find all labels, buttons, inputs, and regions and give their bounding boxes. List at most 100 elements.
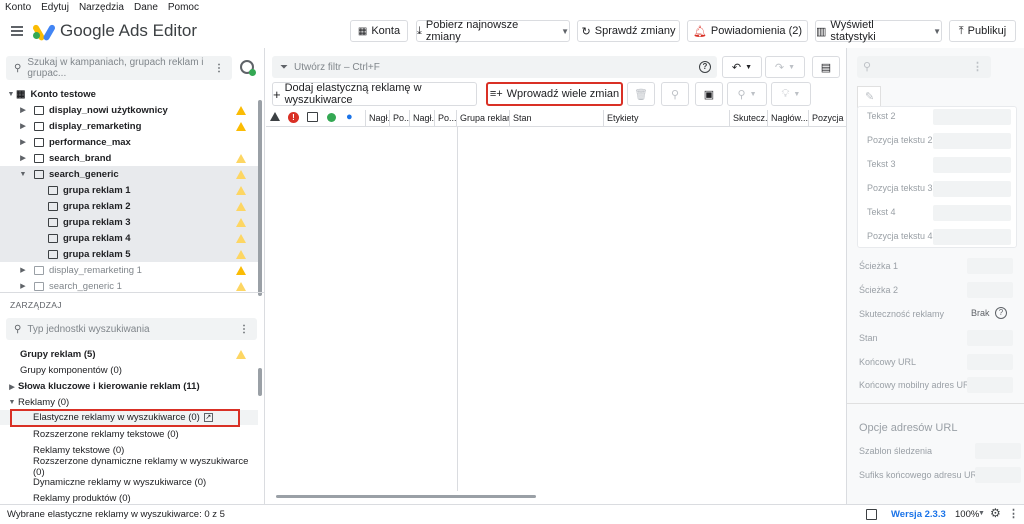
chevron-down-icon[interactable]: ▼ bbox=[561, 27, 569, 36]
column-header[interactable]: Skutecz... bbox=[730, 110, 768, 126]
more-vert-icon[interactable]: ⋮ bbox=[972, 60, 983, 73]
menu-dane[interactable]: Dane bbox=[134, 2, 158, 13]
help-icon[interactable]: ? bbox=[995, 307, 1007, 319]
column-header[interactable]: Nagł... bbox=[365, 110, 390, 126]
add-entity-button[interactable]: ▣ bbox=[695, 82, 723, 106]
column-header[interactable]: Pozycja ... bbox=[809, 110, 846, 126]
chevron-down-icon[interactable]: ▼ bbox=[6, 91, 16, 98]
menu-narzedzia[interactable]: Narzędzia bbox=[79, 2, 124, 13]
manage-item[interactable]: Rozszerzone reklamy tekstowe (0) bbox=[0, 427, 258, 442]
tree-ad-group[interactable]: grupa reklam 3 bbox=[0, 214, 258, 230]
get-changes-button[interactable]: ⤓ Pobierz najnowsze zmiany ▼ bbox=[416, 19, 570, 43]
bulb-button[interactable]: 💡︎ ▼ bbox=[771, 82, 811, 106]
add-rsa-button[interactable]: + Dodaj elastyczną reklamę w wyszukiwarc… bbox=[272, 82, 477, 106]
status-column-icon[interactable] bbox=[327, 113, 336, 122]
tree-campaign[interactable]: ▶ display_remarketing bbox=[0, 118, 258, 134]
more-vert-icon[interactable]: ⋮ bbox=[1008, 507, 1019, 520]
zoom-button[interactable]: ⚲ bbox=[661, 82, 689, 106]
field-input[interactable] bbox=[933, 133, 1011, 149]
columns-button[interactable]: ▤ bbox=[812, 56, 840, 78]
version-link[interactable]: Wersja 2.3.3 bbox=[891, 509, 946, 520]
publish-button[interactable]: ⤒ Publikuj bbox=[949, 20, 1016, 42]
error-column-icon[interactable]: ! bbox=[288, 112, 299, 123]
column-header[interactable]: Etykiety bbox=[604, 110, 730, 126]
menu-konto[interactable]: Konto bbox=[5, 2, 31, 13]
manage-item[interactable]: Rozszerzone dynamiczne reklamy w wyszuki… bbox=[0, 456, 258, 478]
notes-icon[interactable] bbox=[866, 509, 877, 520]
manage-item[interactable]: Grupy komponentów (0) bbox=[0, 363, 258, 378]
chevron-down-icon[interactable]: ▼ bbox=[745, 64, 752, 71]
chevron-right-icon[interactable]: ▶ bbox=[18, 122, 28, 130]
manage-scrollbar[interactable] bbox=[258, 368, 262, 396]
field-input[interactable] bbox=[933, 157, 1011, 173]
search-replace-button[interactable]: ⚲ ▼ bbox=[727, 82, 767, 106]
chevron-down-icon[interactable]: ▼ bbox=[750, 91, 757, 98]
column-header[interactable]: Nagł... bbox=[410, 110, 435, 126]
tracking-template-input[interactable] bbox=[975, 443, 1021, 459]
chevron-down-icon[interactable]: ▼ bbox=[933, 27, 941, 36]
edit-search-input[interactable]: ⚲ ⋮ bbox=[857, 56, 991, 78]
tree-account[interactable]: ▼ ▦ Konto testowe bbox=[0, 86, 258, 102]
tree-ad-group[interactable]: grupa reklam 4 bbox=[0, 230, 258, 246]
tree-scrollbar[interactable] bbox=[258, 100, 262, 296]
entity-type-search-input[interactable]: ⚲ Typ jednostki wyszukiwania ⋮ bbox=[6, 318, 257, 340]
make-multiple-changes-button[interactable]: ≡+ Wprowadź wiele zmian bbox=[486, 82, 623, 106]
menu-pomoc[interactable]: Pomoc bbox=[168, 2, 199, 13]
chevron-down-icon[interactable]: ▼ bbox=[788, 64, 795, 71]
stats-button[interactable]: ▥ Wyświetl statystyki ▼ bbox=[815, 19, 942, 43]
hamburger-menu-icon[interactable] bbox=[11, 26, 23, 36]
manage-item[interactable]: ▼ Reklamy (0) bbox=[0, 395, 258, 410]
chevron-right-icon[interactable]: ▶ bbox=[18, 282, 28, 290]
field-input[interactable] bbox=[933, 205, 1011, 221]
column-header[interactable]: Stan bbox=[510, 110, 604, 126]
path1-input[interactable] bbox=[967, 258, 1013, 274]
manage-item[interactable]: Dynamiczne reklamy w wyszukiwarce (0) bbox=[0, 475, 258, 490]
tree-ad-group[interactable]: grupa reklam 1 bbox=[0, 182, 258, 198]
tree-campaign[interactable]: ▶ search_brand bbox=[0, 150, 258, 166]
chevron-right-icon[interactable]: ▶ bbox=[18, 138, 28, 146]
sync-icon[interactable] bbox=[240, 60, 256, 76]
tree-ad-group[interactable]: grupa reklam 5 bbox=[0, 246, 258, 262]
final-mobile-url-input[interactable] bbox=[967, 377, 1013, 393]
tree-campaign[interactable]: ▶ performance_max bbox=[0, 134, 258, 150]
column-header[interactable]: Nagłów... bbox=[768, 110, 809, 126]
chevron-down-icon[interactable]: ▼ bbox=[793, 91, 800, 98]
edit-pencil-icon[interactable]: ✎ bbox=[857, 86, 881, 108]
manage-item[interactable]: ▶ Słowa kluczowe i kierowanie reklam (11… bbox=[0, 379, 258, 394]
chevron-down-icon[interactable]: ▼ bbox=[978, 510, 985, 517]
tree-campaign[interactable]: ▶ display_remarketing 1 bbox=[0, 262, 258, 278]
column-header[interactable]: Po... bbox=[390, 110, 410, 126]
final-url-input[interactable] bbox=[967, 354, 1013, 370]
warning-column-icon[interactable] bbox=[270, 112, 280, 121]
help-icon[interactable]: ? bbox=[699, 61, 711, 73]
notifications-button[interactable]: 🔔︎ Powiadomienia (2) bbox=[687, 20, 808, 42]
chevron-right-icon[interactable]: ▶ bbox=[6, 383, 18, 391]
redo-button[interactable]: ↷ ▼ bbox=[765, 56, 805, 78]
gear-icon[interactable]: ⚙ bbox=[990, 506, 1001, 520]
field-input[interactable] bbox=[933, 109, 1011, 125]
chevron-down-icon[interactable]: ▼ bbox=[6, 399, 18, 406]
column-header[interactable]: Po... bbox=[435, 110, 457, 126]
lightbulb-column-icon[interactable]: ● bbox=[346, 111, 353, 123]
grid-horizontal-scrollbar[interactable] bbox=[276, 495, 536, 498]
chevron-down-icon[interactable]: ▼ bbox=[18, 171, 28, 178]
tree-ad-group[interactable]: grupa reklam 2 bbox=[0, 198, 258, 214]
chevron-right-icon[interactable]: ▶ bbox=[18, 266, 28, 274]
status-input[interactable] bbox=[967, 330, 1013, 346]
comment-column-icon[interactable] bbox=[307, 112, 318, 122]
delete-button[interactable]: 🗑︎ bbox=[627, 82, 655, 106]
chevron-right-icon[interactable]: ▶ bbox=[18, 106, 28, 114]
manage-item[interactable]: Grupy reklam (5) bbox=[0, 347, 258, 362]
undo-button[interactable]: ↶ ▼ bbox=[722, 56, 762, 78]
path2-input[interactable] bbox=[967, 282, 1013, 298]
field-input[interactable] bbox=[933, 181, 1011, 197]
field-input[interactable] bbox=[933, 229, 1011, 245]
chevron-right-icon[interactable]: ▶ bbox=[18, 154, 28, 162]
tree-campaign[interactable]: ▶ display_nowi użytkownicy bbox=[0, 102, 258, 118]
filter-input[interactable]: ⏷ Utwórz filtr – Ctrl+F ? bbox=[272, 56, 717, 78]
menu-edytuj[interactable]: Edytuj bbox=[41, 2, 69, 13]
tree-campaign-selected[interactable]: ▼ search_generic bbox=[0, 166, 258, 182]
campaign-search-input[interactable]: ⚲ Szukaj w kampaniach, grupach reklam i … bbox=[6, 56, 232, 80]
more-vert-icon[interactable]: ⋮ bbox=[214, 63, 224, 74]
column-header[interactable]: Grupa reklam bbox=[457, 110, 510, 126]
